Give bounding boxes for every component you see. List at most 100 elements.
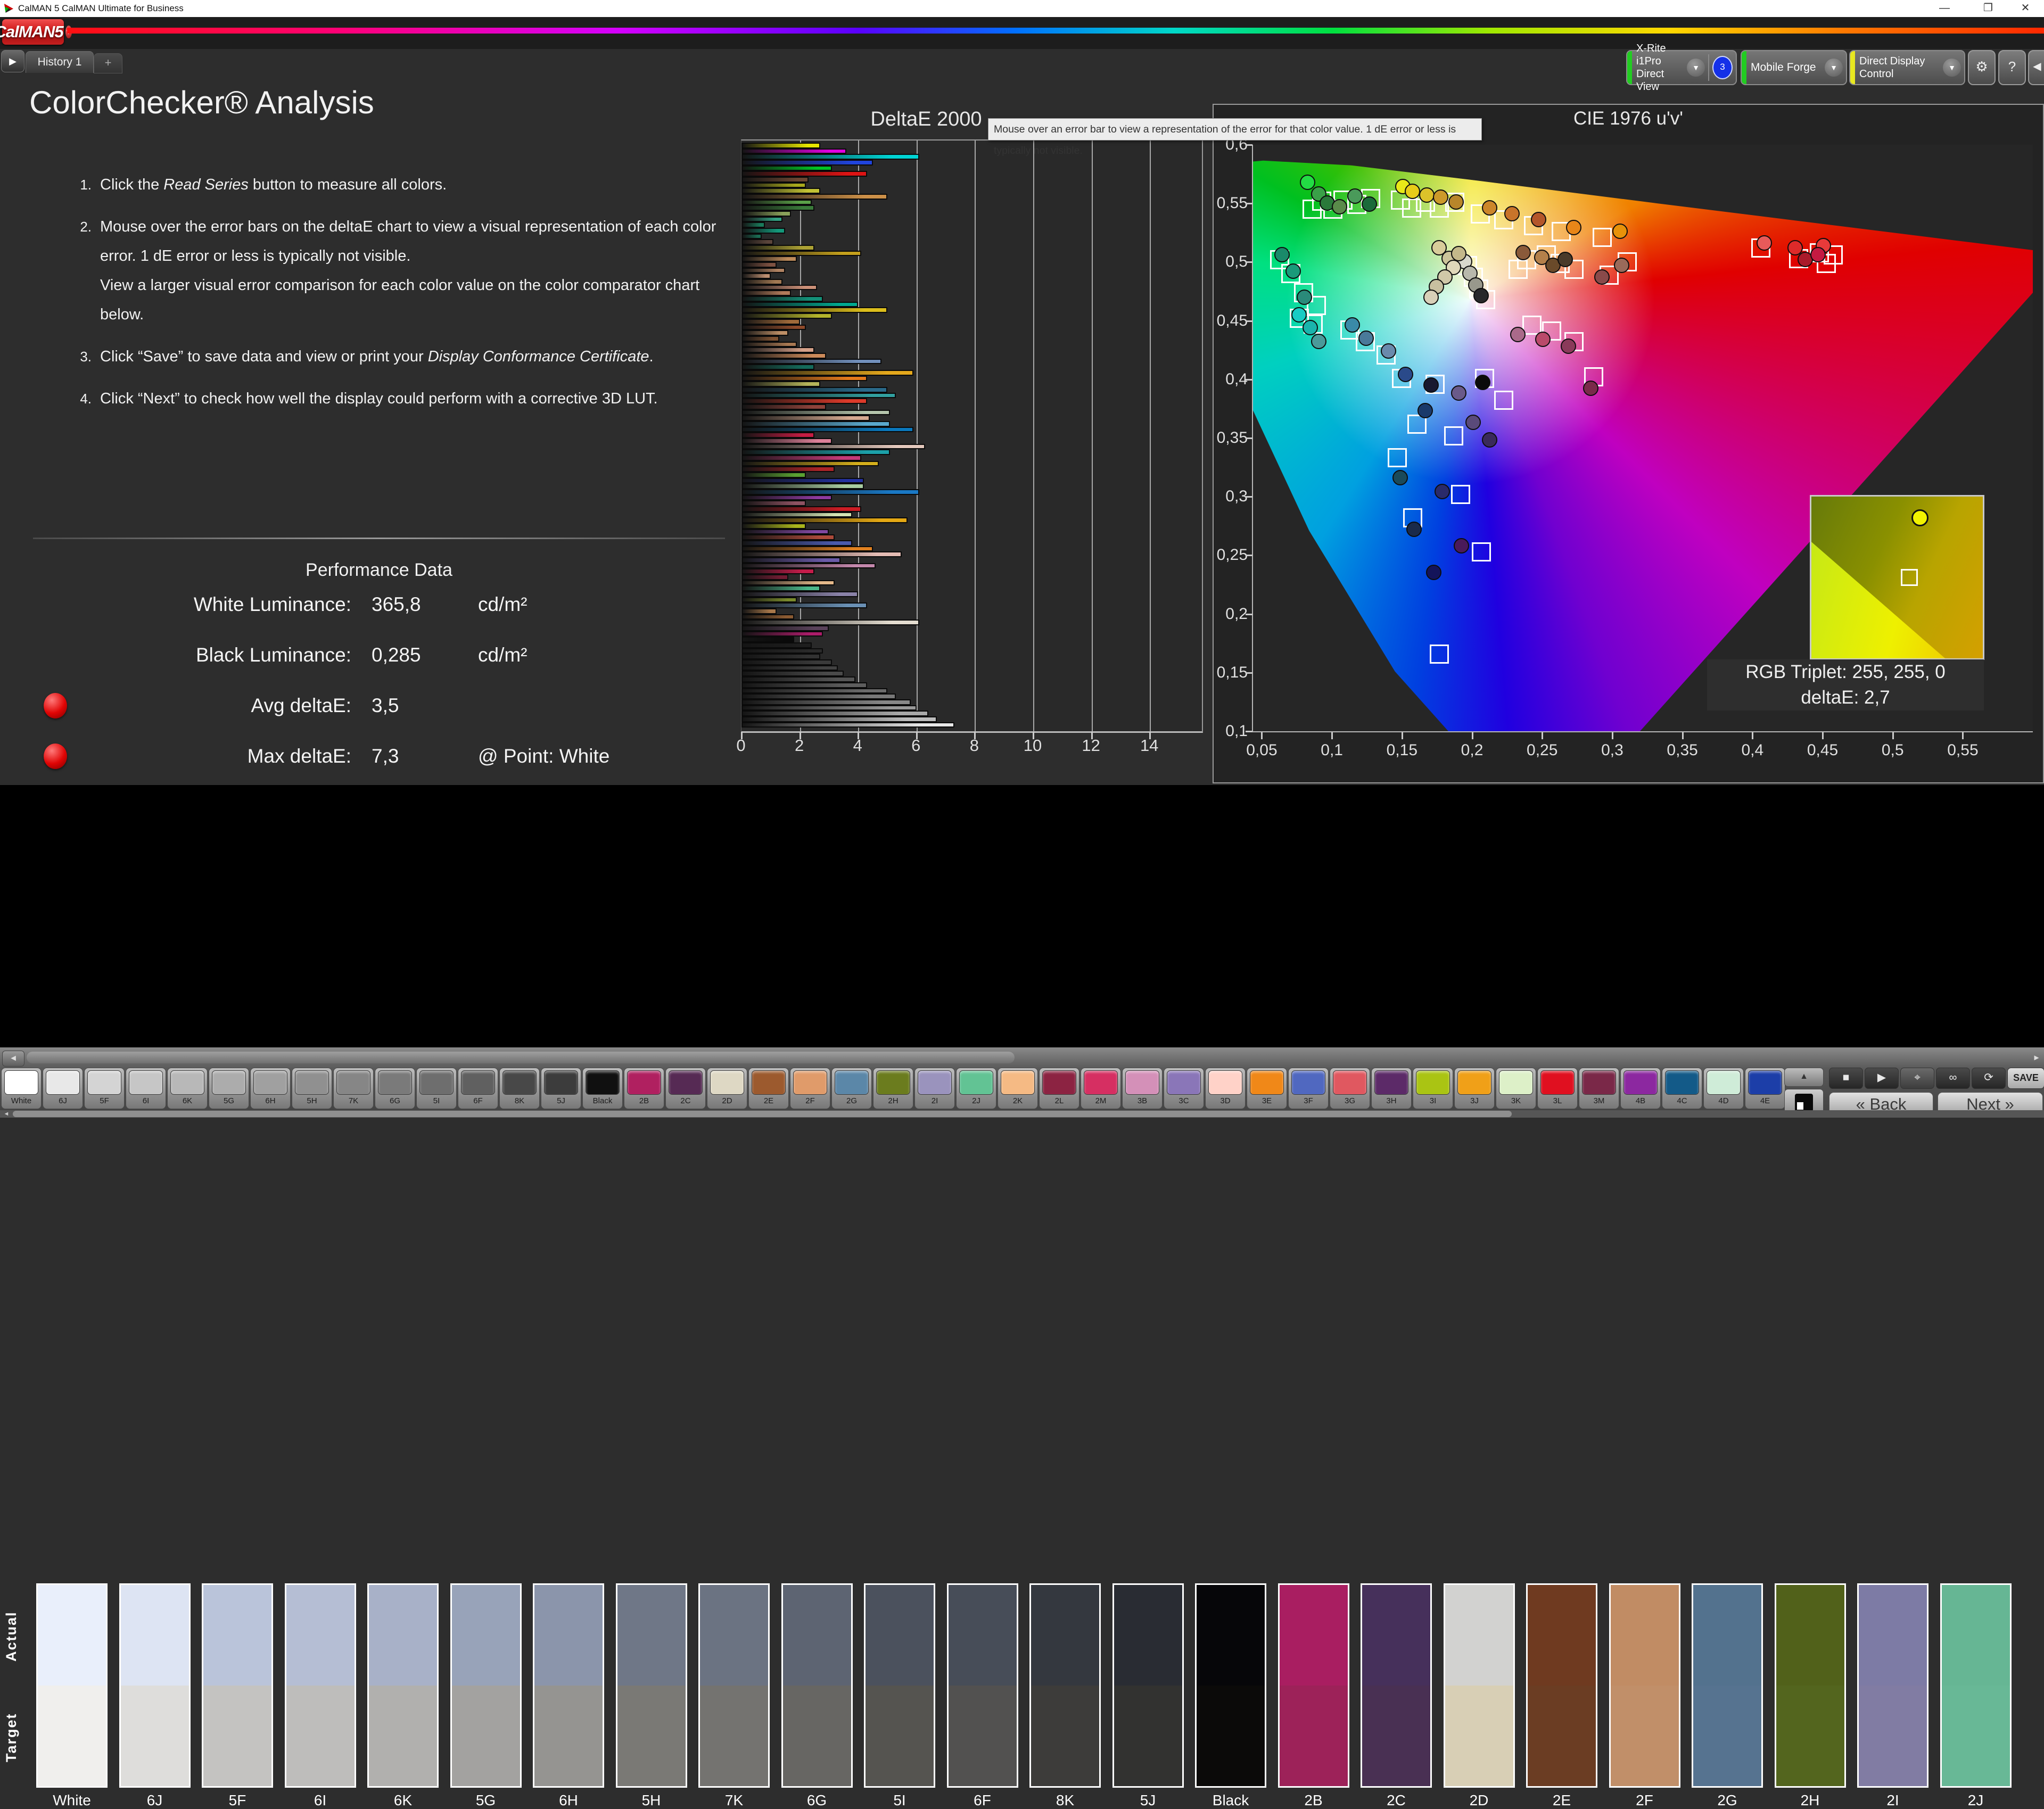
patch-chip-6J[interactable]: 6J [43, 1068, 83, 1109]
deltae-error-bar[interactable] [741, 602, 867, 608]
deltae-error-bar[interactable] [741, 466, 835, 472]
patch-chip-3B[interactable]: 3B [1122, 1068, 1163, 1109]
patch-chip-3K[interactable]: 3K [1496, 1068, 1536, 1109]
patch-chip-2K[interactable]: 2K [998, 1068, 1038, 1109]
deltae-error-bar[interactable] [741, 398, 867, 404]
deltae-error-bar[interactable] [741, 557, 840, 563]
deltae-error-bar[interactable] [741, 234, 762, 239]
deltae-error-bar[interactable] [741, 665, 838, 671]
patch-chip-4C[interactable]: 4C [1662, 1068, 1702, 1109]
deltae-error-bar[interactable] [741, 256, 797, 262]
source-dropdown[interactable]: Mobile Forge ▼ [1741, 50, 1847, 85]
chevron-down-icon[interactable]: ▼ [1943, 59, 1961, 77]
minimize-button[interactable]: — [1932, 1, 1957, 16]
read-series-button[interactable]: ⌖ [1900, 1068, 1934, 1089]
deltae-error-bar[interactable] [741, 495, 832, 501]
deltae-error-bar[interactable] [741, 597, 797, 603]
patch-chip-2C[interactable]: 2C [665, 1068, 706, 1109]
patch-chip-3E[interactable]: 3E [1247, 1068, 1287, 1109]
deltae-error-bar[interactable] [741, 313, 832, 319]
deltae-error-bar[interactable] [741, 359, 881, 365]
deltae-error-bar[interactable] [741, 171, 867, 177]
deltae-error-bar[interactable] [741, 336, 779, 342]
deltae-error-bar[interactable] [741, 625, 829, 631]
deltae-error-bar[interactable] [741, 393, 896, 399]
deltae-error-bar[interactable] [741, 631, 823, 637]
deltae-error-bar[interactable] [741, 245, 814, 251]
patch-chip-5J[interactable]: 5J [541, 1068, 581, 1109]
deltae-error-bar[interactable] [741, 194, 887, 200]
close-button[interactable]: ✕ [2013, 1, 2038, 16]
bottom-scroll-left-icon[interactable]: ◄ [1, 1110, 12, 1118]
deltae-error-bar[interactable] [741, 512, 852, 518]
deltae-error-bar[interactable] [741, 268, 785, 274]
deltae-error-bar[interactable] [741, 676, 855, 682]
deltae-error-bar[interactable] [741, 455, 861, 461]
patch-chip-7K[interactable]: 7K [333, 1068, 374, 1109]
deltae-error-bar[interactable] [741, 228, 785, 234]
deltae-error-bar[interactable] [741, 540, 852, 546]
tab-history[interactable]: History 1 [26, 51, 94, 73]
patch-chip-6G[interactable]: 6G [375, 1068, 415, 1109]
chip-scroll-right-icon[interactable]: ► [2030, 1051, 2043, 1065]
deltae-error-bar[interactable] [741, 427, 913, 433]
deltae-error-bar[interactable] [741, 262, 777, 268]
patch-chip-2F[interactable]: 2F [790, 1068, 830, 1109]
deltae-error-bar[interactable] [741, 183, 806, 188]
chevron-down-icon[interactable]: ▼ [1687, 59, 1705, 77]
deltae-error-bar[interactable] [741, 693, 896, 699]
deltae-error-bar[interactable] [741, 364, 814, 370]
deltae-error-bar[interactable] [741, 432, 814, 438]
deltae-error-bar[interactable] [741, 722, 954, 728]
patch-chip-Black[interactable]: Black [582, 1068, 623, 1109]
deltae-error-bar[interactable] [741, 421, 890, 427]
deltae-error-bar[interactable] [741, 711, 928, 716]
deltae-error-bar[interactable] [741, 461, 879, 467]
deltae-error-bar[interactable] [741, 500, 806, 506]
tab-add-button[interactable]: + [94, 53, 122, 73]
deltae-error-bar[interactable] [741, 534, 835, 540]
deltae-error-bar[interactable] [741, 177, 809, 183]
chip-scrollbar[interactable] [27, 1052, 1015, 1063]
deltae-error-bar[interactable] [741, 608, 777, 614]
deltae-error-bar[interactable] [741, 381, 820, 387]
deltae-error-bar[interactable] [741, 659, 832, 665]
bottom-scrollbar-thumb[interactable] [13, 1111, 1512, 1117]
patch-chip-2H[interactable]: 2H [873, 1068, 913, 1109]
deltae-error-bar[interactable] [741, 166, 832, 171]
patch-chip-6I[interactable]: 6I [126, 1068, 166, 1109]
deltae-error-bar[interactable] [741, 285, 817, 291]
deltae-error-bar[interactable] [741, 648, 823, 654]
deltae-error-bar[interactable] [741, 529, 829, 535]
deltae-error-bar[interactable] [741, 523, 806, 529]
patch-chip-2E[interactable]: 2E [748, 1068, 789, 1109]
deltae-error-bar[interactable] [741, 290, 791, 296]
tab-nav-button[interactable]: ▶ [1, 50, 24, 72]
deltae-error-bar[interactable] [741, 489, 919, 495]
deltae-error-bar[interactable] [741, 699, 911, 705]
deltae-error-bar[interactable] [741, 591, 858, 597]
continuous-button[interactable]: ∞ [1936, 1068, 1970, 1089]
patch-chip-4D[interactable]: 4D [1703, 1068, 1744, 1109]
patch-chip-2J[interactable]: 2J [956, 1068, 996, 1109]
deltae-error-bar[interactable] [741, 517, 908, 523]
deltae-error-bar[interactable] [741, 160, 873, 166]
deltae-error-bar[interactable] [741, 574, 788, 580]
deltae-error-bar[interactable] [741, 642, 812, 648]
patch-chip-3L[interactable]: 3L [1537, 1068, 1578, 1109]
gear-icon[interactable]: ⚙ [1968, 50, 1996, 85]
deltae-error-bar[interactable] [741, 307, 887, 313]
deltae-error-bar[interactable] [741, 319, 800, 325]
patch-chip-3I[interactable]: 3I [1413, 1068, 1453, 1109]
deltae-error-bar[interactable] [741, 342, 797, 348]
patch-chip-2D[interactable]: 2D [707, 1068, 747, 1109]
deltae-error-bar[interactable] [741, 410, 890, 416]
patch-chip-5F[interactable]: 5F [84, 1068, 125, 1109]
deltae-error-bar[interactable] [741, 404, 826, 410]
deltae-error-bar[interactable] [741, 148, 846, 154]
deltae-error-bar[interactable] [741, 483, 864, 489]
deltae-error-bar[interactable] [741, 200, 812, 205]
meter-count-badge[interactable]: 3 [1712, 56, 1733, 79]
logo-dropdown-icon[interactable]: ▼ [65, 26, 72, 38]
deltae-error-bar[interactable] [741, 330, 788, 336]
